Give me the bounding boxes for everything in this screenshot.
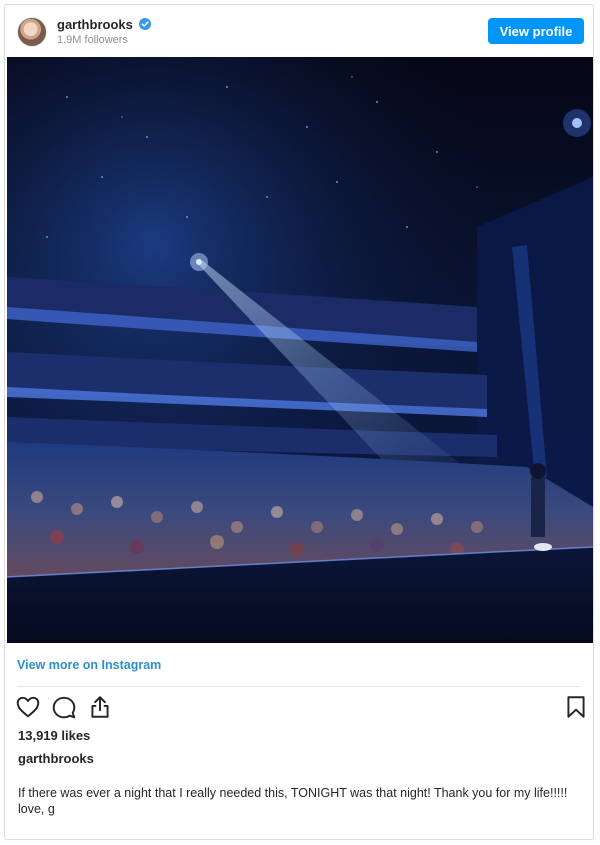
post-header: garthbrooks 1.9M followers View profile: [5, 5, 593, 57]
divider: [17, 686, 581, 687]
caption-text: If there was ever a night that I really …: [18, 786, 568, 800]
action-bar: [15, 694, 585, 722]
share-icon[interactable]: [87, 694, 113, 720]
caption-signoff: love, g: [18, 802, 55, 816]
bookmark-icon[interactable]: [563, 694, 589, 720]
avatar[interactable]: [17, 17, 47, 47]
heart-icon[interactable]: [15, 694, 41, 720]
comment-bubble-icon[interactable]: [51, 694, 77, 720]
username[interactable]: garthbrooks: [57, 17, 133, 32]
view-more-link[interactable]: View more on Instagram: [17, 658, 161, 672]
view-profile-button[interactable]: View profile: [488, 18, 584, 44]
caption-username[interactable]: garthbrooks: [18, 751, 94, 766]
post-photo[interactable]: [7, 57, 593, 643]
concert-photo: [7, 57, 593, 643]
instagram-embed-card: garthbrooks 1.9M followers View profile: [4, 4, 594, 840]
followers-count: 1.9M followers: [57, 34, 128, 46]
post-caption: If there was ever a night that I really …: [18, 785, 583, 817]
verified-badge-icon: [139, 18, 151, 30]
likes-count[interactable]: 13,919 likes: [18, 728, 90, 743]
